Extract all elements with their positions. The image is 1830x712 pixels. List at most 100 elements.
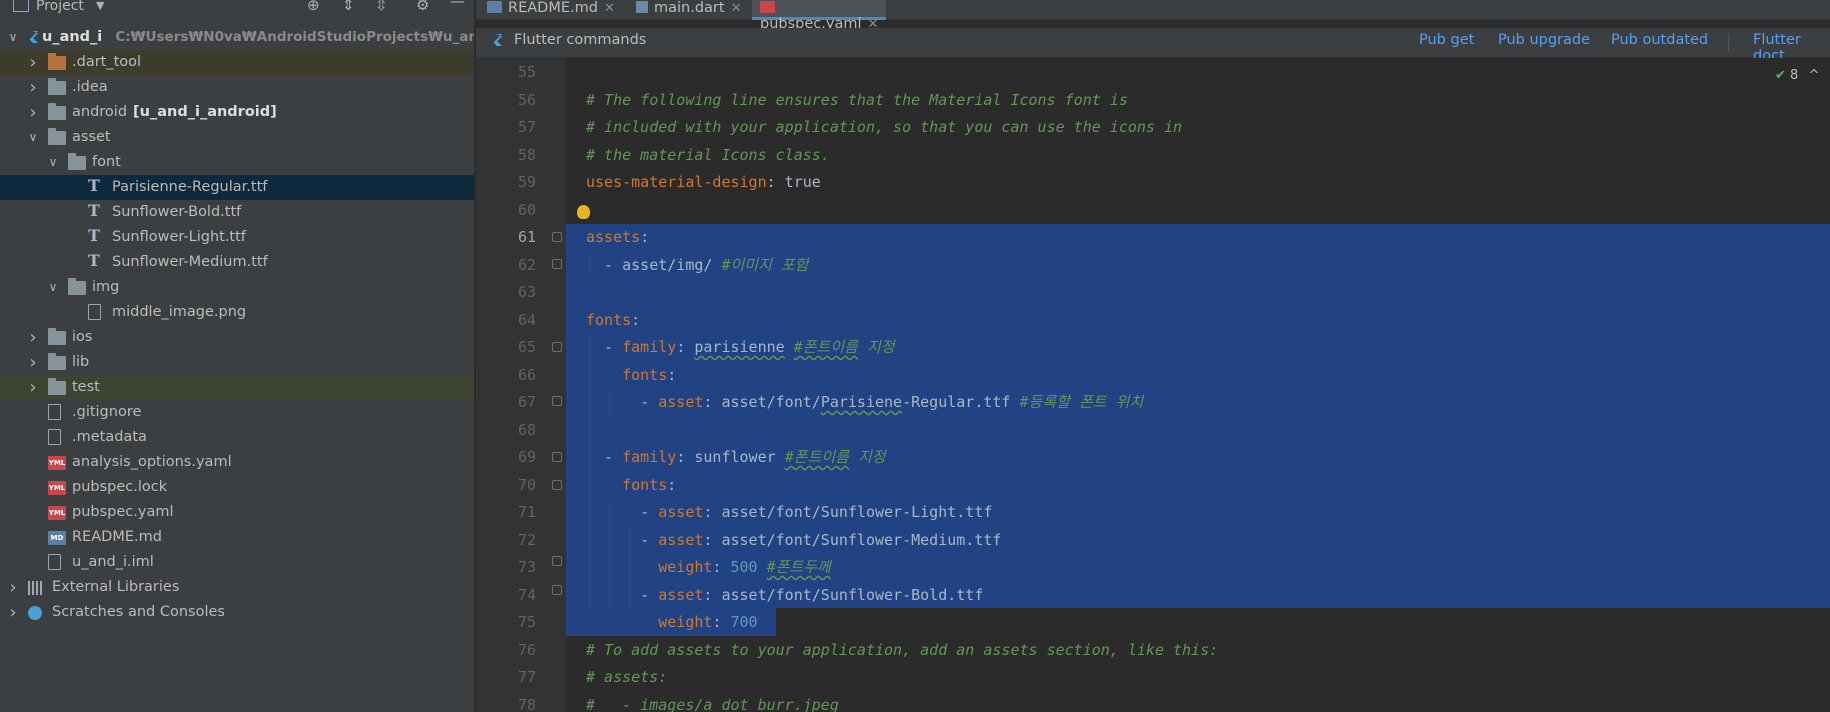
code-line[interactable]: 74 - asset: asset/font/Sunflower-Bold.tt… bbox=[476, 582, 983, 609]
fold-marker-icon[interactable] bbox=[552, 585, 562, 595]
tree-item[interactable]: .metadata bbox=[0, 425, 474, 450]
code-token: family bbox=[622, 448, 677, 466]
line-number: 72 bbox=[517, 530, 536, 549]
tree-item[interactable]: T Parisienne-Regular.ttf bbox=[0, 175, 474, 200]
code-text: - asset: asset/font/Sunflower-Medium.ttf bbox=[586, 527, 1001, 554]
locate-icon[interactable]: ⊕ bbox=[307, 0, 320, 14]
tree-item[interactable]: T Sunflower-Light.ttf bbox=[0, 225, 474, 250]
code-line[interactable]: 57 # included with your application, so t… bbox=[476, 114, 1182, 141]
chevron-down-icon[interactable]: ∨ bbox=[6, 25, 20, 50]
minimize-icon[interactable]: — bbox=[450, 0, 465, 10]
tree-item[interactable]: T Sunflower-Bold.ttf bbox=[0, 200, 474, 225]
tree-item[interactable]: › test bbox=[0, 375, 474, 400]
code-line[interactable]: 70 fonts: bbox=[476, 472, 676, 499]
code-line[interactable]: 58 # the material Icons class. bbox=[476, 142, 830, 169]
tree-item[interactable]: ∨ img bbox=[0, 275, 474, 300]
fold-marker-icon[interactable] bbox=[552, 342, 562, 352]
code-line[interactable]: 69 - family: sunflower #폰트이름 지정 bbox=[476, 444, 886, 471]
code-line[interactable]: 60 bbox=[476, 197, 536, 224]
chevron-right-icon[interactable]: › bbox=[26, 50, 40, 75]
code-line[interactable]: 64 fonts: bbox=[476, 307, 640, 334]
chevron-right-icon[interactable]: › bbox=[26, 100, 40, 125]
inspection-widget[interactable]: ✔ 8 ^ bbox=[1775, 68, 1819, 83]
tab-main-dart[interactable]: main.dart ✕ bbox=[636, 0, 754, 20]
tree-item[interactable]: T Sunflower-Medium.ttf bbox=[0, 250, 474, 275]
lightbulb-icon[interactable] bbox=[577, 205, 590, 219]
chevron-down-icon[interactable]: ∨ bbox=[26, 125, 40, 150]
tree-item[interactable]: .gitignore bbox=[0, 400, 474, 425]
code-line[interactable]: 59 uses-material-design: true bbox=[476, 169, 821, 196]
close-icon[interactable]: ✕ bbox=[604, 1, 615, 16]
chevron-right-icon[interactable]: › bbox=[6, 575, 20, 600]
code-text: - asset: asset/font/Parisiene-Regular.tt… bbox=[586, 389, 1143, 416]
tree-item[interactable]: MD README.md bbox=[0, 525, 474, 550]
code-token: - bbox=[586, 393, 659, 411]
tree-item[interactable]: YML pubspec.lock bbox=[0, 475, 474, 500]
code-line[interactable]: 72 - asset: asset/font/Sunflower-Medium.… bbox=[476, 527, 1001, 554]
code-line[interactable]: 67 - asset: asset/font/Parisiene-Regular… bbox=[476, 389, 1143, 416]
chevron-right-icon[interactable]: › bbox=[26, 350, 40, 375]
tree-item[interactable]: › android [u_and_i_android] bbox=[0, 100, 474, 125]
pub-outdated-link[interactable]: Pub outdated bbox=[1611, 32, 1708, 48]
gear-icon[interactable]: ⚙ bbox=[416, 0, 429, 14]
dart-file-icon bbox=[636, 1, 648, 13]
tree-item[interactable]: › lib bbox=[0, 350, 474, 375]
tree-item[interactable]: ∨ asset bbox=[0, 125, 474, 150]
collapse-all-icon[interactable]: ⇳ bbox=[375, 0, 388, 14]
chevron-down-icon[interactable]: ∨ bbox=[46, 150, 60, 175]
fold-marker-icon[interactable] bbox=[552, 259, 562, 269]
code-line[interactable]: 56 # The following line ensures that the … bbox=[476, 87, 1128, 114]
code-token: : bbox=[667, 365, 677, 384]
code-line[interactable]: 78 # - images/a_dot_burr.jpeg bbox=[476, 692, 839, 712]
tree-item[interactable]: u_and_i.iml bbox=[0, 550, 474, 575]
code-line[interactable]: 68 bbox=[476, 417, 536, 444]
chevron-right-icon[interactable]: › bbox=[26, 75, 40, 100]
fold-marker-icon[interactable] bbox=[552, 556, 562, 566]
tree-item[interactable]: YML pubspec.yaml bbox=[0, 500, 474, 525]
tree-item[interactable]: › Scratches and Consoles bbox=[0, 600, 474, 625]
tree-item[interactable]: ∨ font bbox=[0, 150, 474, 175]
fold-marker-icon[interactable] bbox=[552, 480, 562, 490]
tree-item-label: Parisienne-Regular.ttf bbox=[112, 179, 268, 195]
tree-item[interactable]: YML analysis_options.yaml bbox=[0, 450, 474, 475]
chevron-down-icon[interactable]: ∨ bbox=[46, 275, 60, 300]
folder-icon bbox=[48, 378, 66, 395]
fold-marker-icon[interactable] bbox=[552, 396, 562, 406]
chevron-right-icon[interactable]: › bbox=[6, 600, 20, 625]
pub-upgrade-link[interactable]: Pub upgrade bbox=[1498, 32, 1590, 48]
code-line[interactable]: 73 weight: 500 #폰트두께 bbox=[476, 554, 831, 581]
tree-item[interactable]: › .idea bbox=[0, 75, 474, 100]
pub-get-link[interactable]: Pub get bbox=[1419, 32, 1474, 48]
code-text: # included with your application, so tha… bbox=[586, 114, 1182, 141]
code-line[interactable]: 63 bbox=[476, 279, 536, 306]
tree-item[interactable]: › ios bbox=[0, 325, 474, 350]
code-line[interactable]: 76 # To add assets to your application, a… bbox=[476, 637, 1218, 664]
tree-item[interactable]: middle_image.png bbox=[0, 300, 474, 325]
code-token: : bbox=[631, 310, 641, 329]
fold-marker-icon[interactable] bbox=[552, 452, 562, 462]
code-line[interactable]: 66 fonts: bbox=[476, 362, 676, 389]
code-token: fonts bbox=[622, 365, 668, 384]
code-line[interactable]: 62 - asset/img/ #이미지 포함 bbox=[476, 252, 809, 279]
tree-item[interactable]: › External Libraries bbox=[0, 575, 474, 600]
tree-item-label: lib bbox=[72, 354, 90, 370]
tab-readme[interactable]: README.md ✕ bbox=[487, 0, 615, 20]
close-icon[interactable]: ✕ bbox=[731, 1, 742, 16]
fold-marker-icon[interactable] bbox=[552, 232, 562, 242]
code-line[interactable]: 75 weight: 700 bbox=[476, 609, 758, 636]
code-line[interactable]: 55 bbox=[476, 59, 536, 86]
chevron-right-icon[interactable]: › bbox=[26, 375, 40, 400]
project-panel-title[interactable]: Project bbox=[36, 0, 84, 14]
code-line[interactable]: 71 - asset: asset/font/Sunflower-Light.t… bbox=[476, 499, 992, 526]
chevron-up-icon[interactable]: ^ bbox=[1808, 68, 1819, 83]
tree-item[interactable]: ∨ u_and_i C:₩Users₩N0va₩AndroidStudioProj… bbox=[0, 25, 474, 50]
code-token: : true bbox=[766, 173, 821, 191]
chevron-right-icon[interactable]: › bbox=[26, 325, 40, 350]
tree-item[interactable]: › .dart_tool bbox=[0, 50, 474, 75]
expand-all-icon[interactable]: ⇕ bbox=[342, 0, 355, 14]
code-line[interactable]: 65 - family: parisienne #폰트이름 지정 bbox=[476, 334, 895, 361]
tab-pubspec-yaml[interactable]: pubspec.yaml ✕ bbox=[752, 0, 886, 32]
chevron-down-icon[interactable]: ▼ bbox=[96, 0, 104, 12]
code-line[interactable]: 61 assets: bbox=[476, 224, 649, 251]
code-line[interactable]: 77 # assets: bbox=[476, 664, 667, 691]
